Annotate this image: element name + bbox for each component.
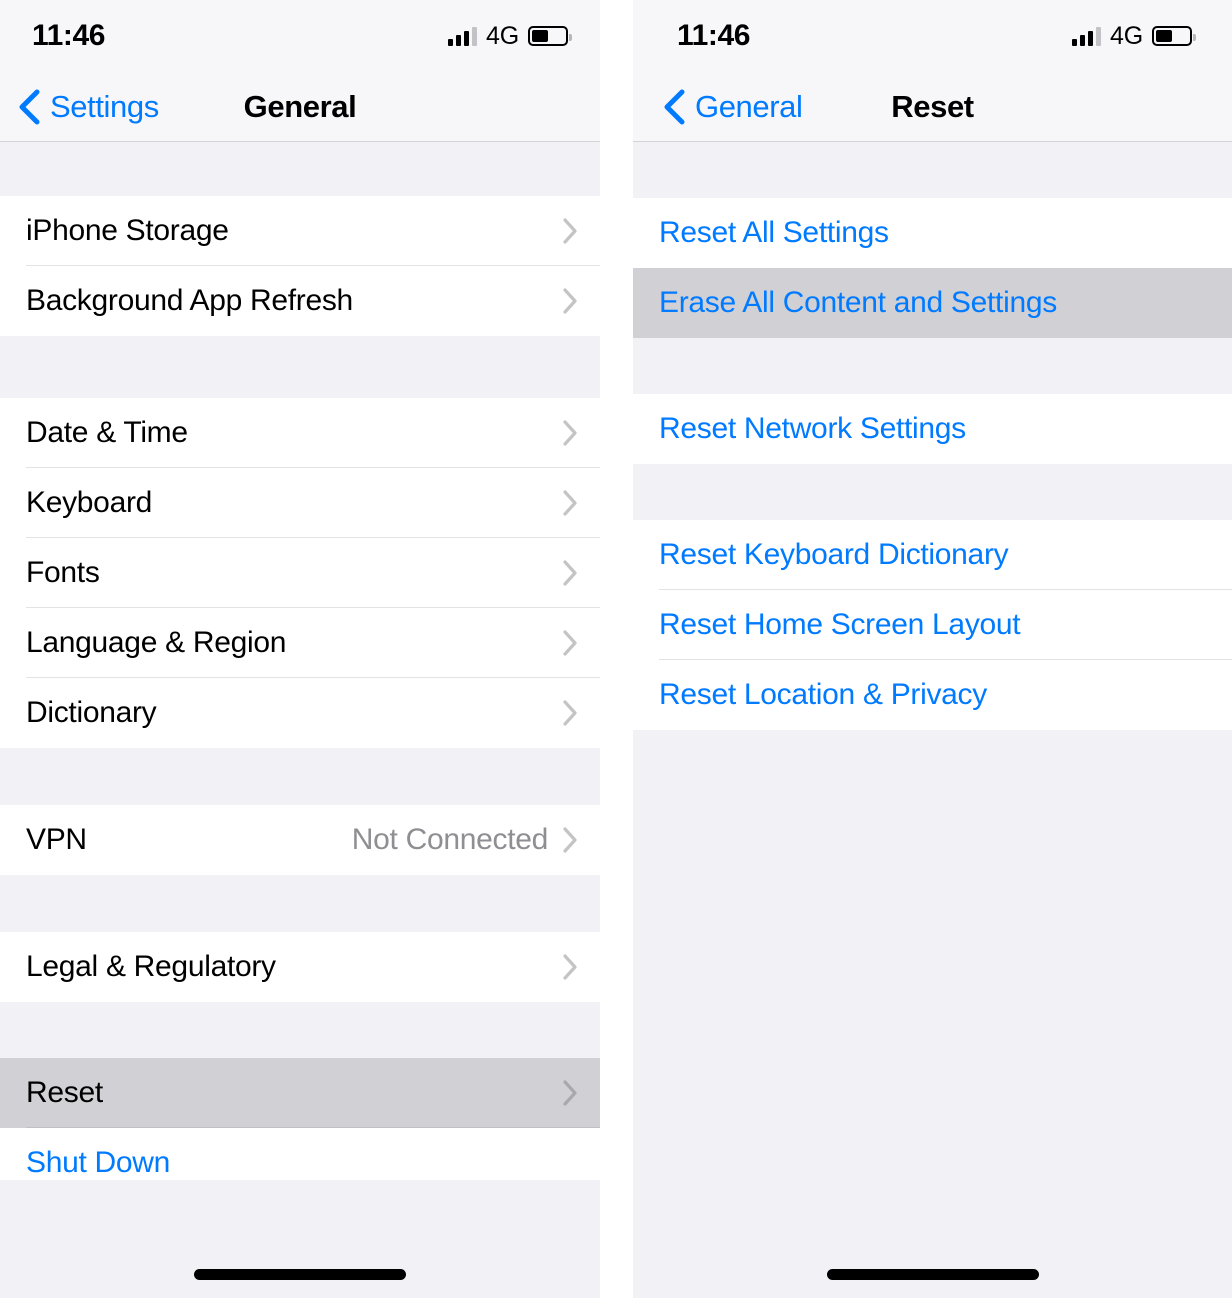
status-indicators: 4G [1072, 21, 1196, 51]
screen-divider [600, 0, 633, 1298]
navigation-bar: Settings General [0, 72, 600, 142]
chevron-right-icon [563, 288, 577, 314]
chevron-right-icon [563, 700, 577, 726]
row-label: Fonts [26, 556, 100, 589]
row-label: Language & Region [26, 626, 287, 659]
home-indicator-area [0, 1180, 600, 1298]
chevron-right-icon [563, 630, 577, 656]
chevron-right-icon [563, 420, 577, 446]
cellular-bars-icon [448, 26, 478, 46]
row-label: Legal & Regulatory [26, 950, 276, 983]
status-indicators: 4G [448, 21, 572, 51]
reset-list: Reset All Settings Erase All Content and… [633, 142, 1232, 1180]
status-bar: 11:46 4G [0, 0, 600, 72]
back-button-settings[interactable]: Settings [0, 89, 159, 125]
row-label: iPhone Storage [26, 214, 229, 247]
list-item-reset-network-settings[interactable]: Reset Network Settings [633, 394, 1232, 464]
list-item[interactable]: VPN Not Connected [0, 805, 600, 875]
section-gap [0, 142, 600, 196]
screen-reset: 11:46 4G General Reset Reset All Setting… [633, 0, 1232, 1298]
chevron-right-icon [563, 954, 577, 980]
battery-icon [528, 26, 572, 46]
section-gap [633, 464, 1232, 520]
section-gap [0, 748, 600, 805]
list-item[interactable]: Fonts [0, 538, 600, 608]
cellular-bars-icon [1072, 26, 1102, 46]
status-bar: 11:46 4G [633, 0, 1232, 72]
list-item-reset-location-privacy[interactable]: Reset Location & Privacy [633, 660, 1232, 730]
row-label: Reset Network Settings [659, 412, 966, 445]
row-label: Erase All Content and Settings [659, 286, 1057, 319]
settings-group-reset: Reset Shut Down [0, 1058, 600, 1180]
list-item-reset-home-screen-layout[interactable]: Reset Home Screen Layout [633, 590, 1232, 660]
settings-group-storage: iPhone Storage Background App Refresh [0, 196, 600, 336]
section-gap [0, 336, 600, 398]
reset-group-primary: Reset All Settings Erase All Content and… [633, 198, 1232, 338]
list-item[interactable]: Dictionary [0, 678, 600, 748]
settings-group-localization: Date & Time Keyboard Fonts Language & Re… [0, 398, 600, 748]
row-label: Reset [26, 1076, 103, 1109]
chevron-right-icon [563, 560, 577, 586]
chevron-left-icon [19, 89, 40, 124]
settings-group-legal: Legal & Regulatory [0, 932, 600, 1002]
list-item-reset[interactable]: Reset [0, 1058, 600, 1128]
chevron-left-icon [664, 89, 685, 124]
dual-screenshot-container: 11:46 4G Settings General iPhone Storage… [0, 0, 1232, 1298]
settings-group-vpn: VPN Not Connected [0, 805, 600, 875]
status-clock: 11:46 [677, 19, 751, 52]
row-label: VPN [26, 823, 87, 856]
row-label: Reset Location & Privacy [659, 678, 987, 711]
screen-general: 11:46 4G Settings General iPhone Storage… [0, 0, 600, 1298]
list-item-reset-all-settings[interactable]: Reset All Settings [633, 198, 1232, 268]
chevron-right-icon [563, 218, 577, 244]
row-label: Shut Down [26, 1146, 171, 1179]
home-indicator[interactable] [194, 1269, 406, 1280]
row-label: Background App Refresh [26, 284, 353, 317]
navigation-bar: General Reset [633, 72, 1232, 142]
row-label: Reset Keyboard Dictionary [659, 538, 1009, 571]
back-button-label: General [695, 88, 803, 124]
list-item[interactable]: Language & Region [0, 608, 600, 678]
row-label: Date & Time [26, 416, 188, 449]
section-gap [633, 338, 1232, 394]
row-label: Dictionary [26, 696, 157, 729]
row-label: Reset Home Screen Layout [659, 608, 1021, 641]
settings-list: iPhone Storage Background App Refresh Da… [0, 142, 600, 1180]
list-item[interactable]: Legal & Regulatory [0, 932, 600, 1002]
row-label: Reset All Settings [659, 216, 889, 249]
reset-group-misc: Reset Keyboard Dictionary Reset Home Scr… [633, 520, 1232, 730]
chevron-right-icon [563, 1080, 577, 1106]
battery-icon [1152, 26, 1196, 46]
home-indicator[interactable] [826, 1269, 1039, 1280]
row-label: Keyboard [26, 486, 153, 519]
list-item-erase-all-content[interactable]: Erase All Content and Settings [633, 268, 1232, 338]
section-gap [0, 875, 600, 932]
back-button-general[interactable]: General [633, 89, 803, 125]
section-gap [633, 142, 1232, 198]
home-indicator-area [633, 1180, 1232, 1298]
chevron-right-icon [563, 827, 577, 853]
reset-group-network: Reset Network Settings [633, 394, 1232, 464]
list-item[interactable]: Background App Refresh [0, 266, 600, 336]
carrier-label: 4G [1110, 21, 1143, 50]
status-clock: 11:46 [32, 19, 106, 52]
chevron-right-icon [563, 490, 577, 516]
section-gap [0, 1002, 600, 1058]
list-item[interactable]: iPhone Storage [0, 196, 600, 266]
list-item[interactable]: Date & Time [0, 398, 600, 468]
list-item[interactable]: Keyboard [0, 468, 600, 538]
list-item-shut-down[interactable]: Shut Down [0, 1128, 600, 1180]
row-value: Not Connected [351, 823, 549, 856]
carrier-label: 4G [486, 21, 519, 50]
list-item-reset-keyboard-dictionary[interactable]: Reset Keyboard Dictionary [633, 520, 1232, 590]
back-button-label: Settings [50, 88, 159, 124]
